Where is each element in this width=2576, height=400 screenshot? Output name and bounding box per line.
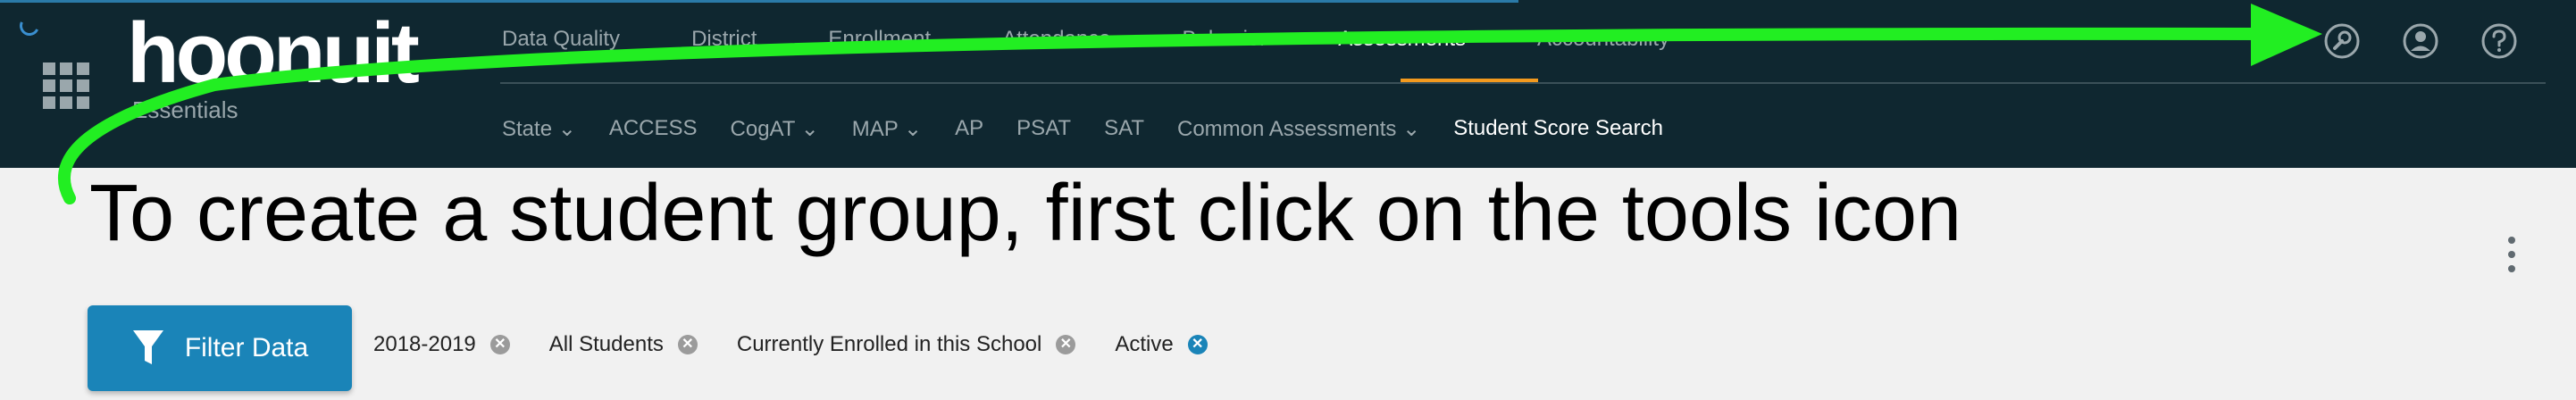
remove-filter-icon[interactable]: ✕ — [677, 335, 698, 354]
filter-chip-status: Active ✕ — [1115, 332, 1208, 357]
filter-chip-label: All Students — [548, 332, 664, 356]
subnav-psat[interactable]: PSAT — [1016, 116, 1071, 142]
tab-attendance[interactable]: Attendance — [1002, 27, 1110, 59]
tab-district[interactable]: District — [691, 27, 757, 59]
remove-filter-icon[interactable]: ✕ — [1187, 335, 1208, 354]
loading-spinner-icon — [16, 12, 43, 39]
filter-chip-label: 2018-2019 — [373, 332, 476, 356]
loading-bar — [0, 0, 1518, 3]
subnav-cogat[interactable]: CogAT ⌄ — [731, 116, 819, 142]
subnav-common-assessments[interactable]: Common Assessments ⌄ — [1177, 116, 1420, 142]
help-icon[interactable] — [2480, 21, 2519, 61]
subnav-access[interactable]: ACCESS — [609, 116, 698, 142]
subnav-map[interactable]: MAP ⌄ — [852, 116, 922, 142]
subnav-state[interactable]: State ⌄ — [502, 116, 576, 142]
subnav-sat[interactable]: SAT — [1104, 116, 1144, 142]
main-nav: Data Quality District Enrollment Attenda… — [502, 27, 1741, 59]
top-header: hoonuit Essentials Data Quality District… — [0, 0, 2576, 168]
annotation-text: To create a student group, first click o… — [89, 169, 1962, 258]
nav-divider — [500, 82, 2546, 84]
funnel-icon — [132, 330, 163, 364]
filter-chip-students: All Students ✕ — [549, 332, 698, 357]
filter-data-button[interactable]: Filter Data — [88, 305, 352, 391]
user-icon[interactable] — [2401, 21, 2440, 61]
filter-chip-label: Currently Enrolled in this School — [736, 332, 1042, 356]
tab-behavior[interactable]: Behavior — [1183, 27, 1267, 59]
subnav-ap[interactable]: AP — [955, 116, 983, 142]
logo-subtitle: Essentials — [132, 96, 238, 123]
app-launcher-icon[interactable] — [43, 62, 89, 109]
tab-data-quality[interactable]: Data Quality — [502, 27, 620, 59]
filter-chip-enrollment: Currently Enrolled in this School ✕ — [737, 332, 1076, 357]
more-options-icon[interactable] — [2507, 237, 2516, 272]
filter-chip-label: Active — [1115, 332, 1174, 356]
sub-nav: State ⌄ ACCESS CogAT ⌄ MAP ⌄ AP PSAT SAT… — [502, 116, 1696, 142]
logo[interactable]: hoonuit — [127, 11, 420, 96]
remove-filter-icon[interactable]: ✕ — [489, 335, 510, 354]
remove-filter-icon[interactable]: ✕ — [1056, 335, 1076, 354]
subnav-student-score-search[interactable]: Student Score Search — [1453, 116, 1663, 142]
filter-data-label: Filter Data — [184, 333, 309, 362]
tools-icon[interactable] — [2322, 21, 2362, 61]
filter-chips: 2018-2019 ✕ All Students ✕ Currently Enr… — [373, 332, 1247, 357]
tab-accountability[interactable]: Accountability — [1537, 27, 1669, 59]
filter-chip-year: 2018-2019 ✕ — [373, 332, 510, 357]
tab-enrollment[interactable]: Enrollment — [828, 27, 931, 59]
tab-assessments[interactable]: Assessments — [1338, 27, 1466, 59]
